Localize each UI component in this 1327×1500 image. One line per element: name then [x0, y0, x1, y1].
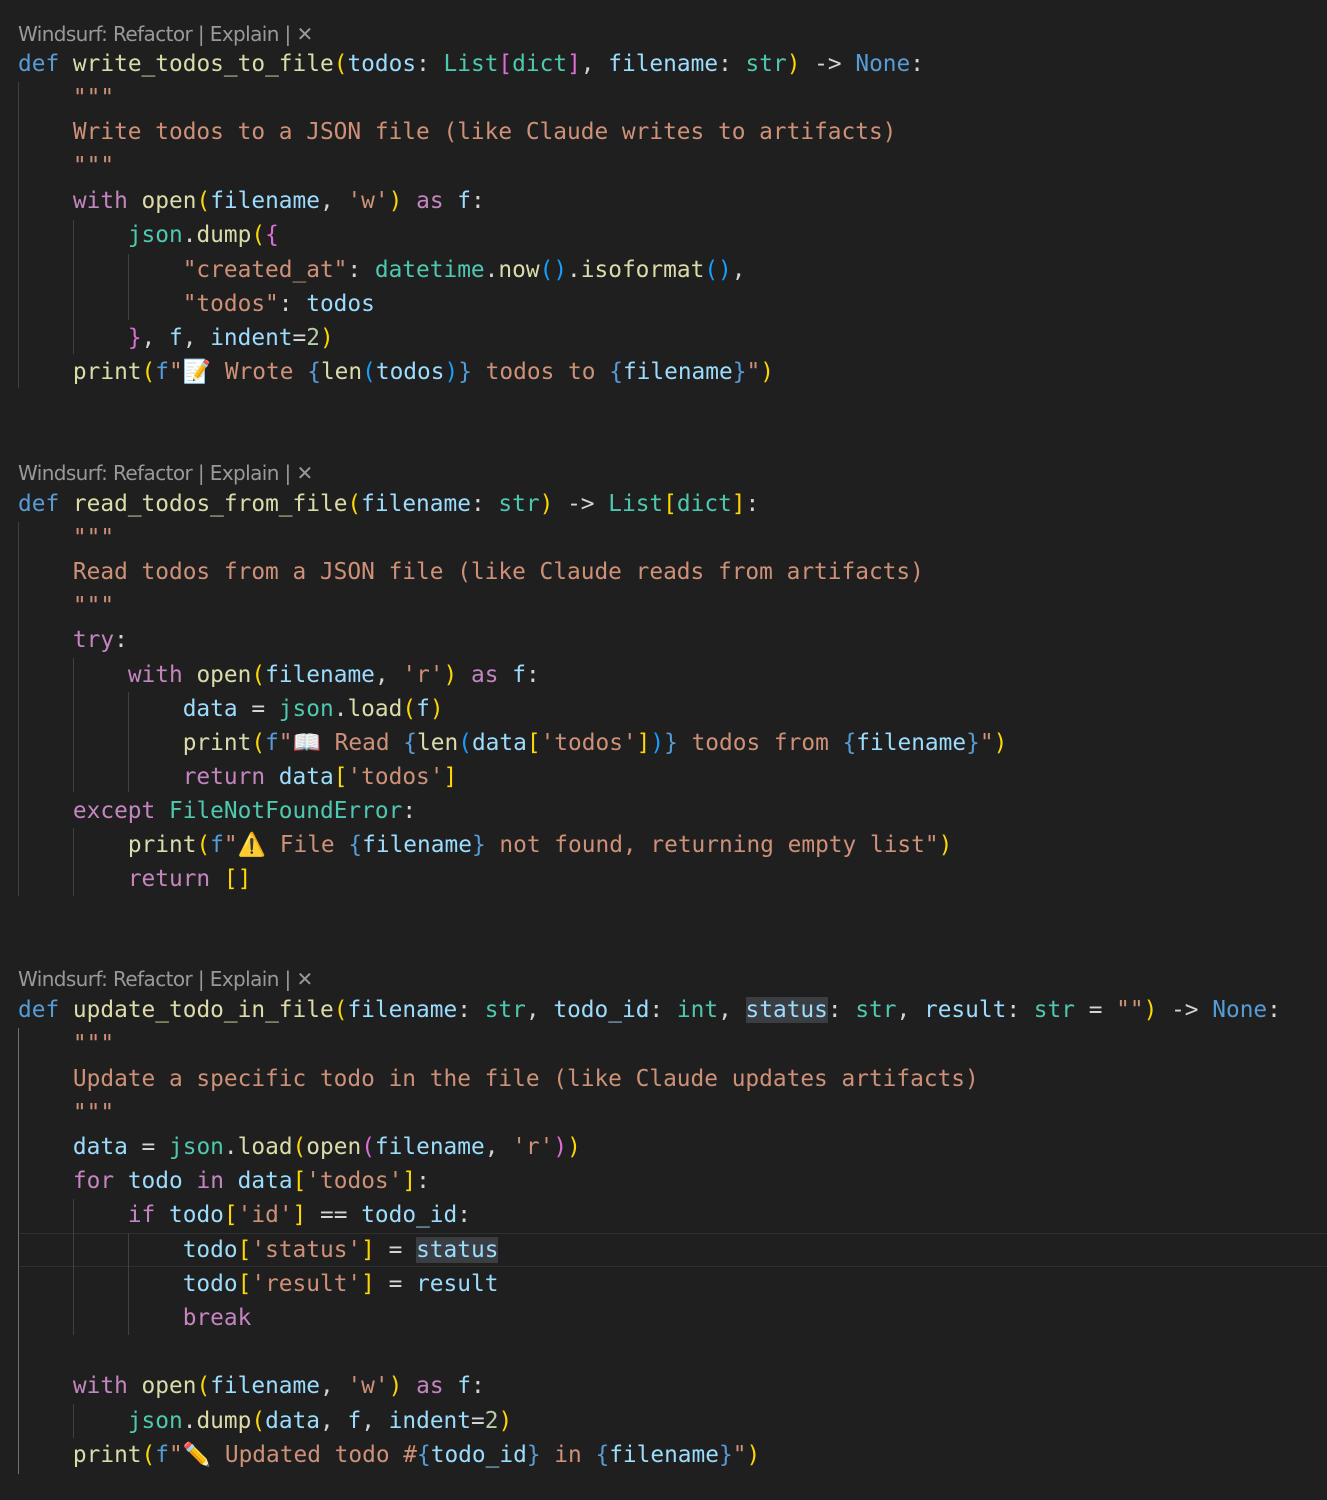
code-line: data = json.load(f)	[182, 696, 444, 722]
code-line: def write_todos_to_file(todos: List[dict…	[18, 51, 924, 77]
code-line: data = json.load(open(filename, 'r'))	[72, 1134, 581, 1160]
codelens-separator: |	[192, 22, 210, 46]
codelens-separator: |	[278, 967, 297, 991]
refactor-link[interactable]: Refactor	[113, 967, 193, 991]
code-line: with open(filename, 'r') as f:	[127, 662, 540, 688]
function-name: update_todo_in_file	[72, 997, 334, 1023]
codelens-prefix: Windsurf:	[18, 967, 114, 991]
codelens-write-todos: Windsurf: Refactor | Explain | ✕	[18, 19, 313, 49]
pencil-icon: ✏️	[182, 1442, 212, 1468]
code-line: """	[72, 1100, 115, 1126]
code-line: """	[72, 153, 115, 179]
code-line: json.dump(data, f, indent=2)	[127, 1408, 513, 1434]
code-line: def read_todos_from_file(filename: str) …	[18, 491, 760, 517]
code-line: with open(filename, 'w') as f:	[72, 188, 485, 214]
docstring-text: Read todos from a JSON file (like Claude…	[72, 559, 924, 585]
codelens-prefix: Windsurf:	[18, 461, 114, 485]
warning-icon: ⚠️	[237, 832, 267, 858]
code-editor[interactable]: Windsurf: Refactor | Explain | ✕ def wri…	[0, 0, 1327, 1500]
code-line: print(f"📝 Wrote {len(todos)} todos to {f…	[72, 359, 774, 385]
code-line: def update_todo_in_file(filename: str, t…	[18, 997, 1281, 1023]
codelens-read-todos: Windsurf: Refactor | Explain | ✕	[18, 458, 313, 488]
close-icon[interactable]: ✕	[296, 461, 313, 485]
code-line: Write todos to a JSON file (like Claude …	[18, 115, 897, 149]
code-line: }, f, indent=2)	[127, 325, 334, 351]
docstring-text: Write todos to a JSON file (like Claude …	[72, 119, 897, 145]
code-line: todo['status'] = status	[182, 1237, 499, 1263]
codelens-separator: |	[192, 967, 210, 991]
function-name: write_todos_to_file	[72, 51, 334, 77]
code-line: """	[72, 1031, 115, 1057]
code-line: "created_at": datetime.now().isoformat()…	[182, 257, 746, 283]
code-line: "todos": todos	[182, 291, 375, 317]
code-line: if todo['id'] == todo_id:	[127, 1202, 471, 1228]
code-line: """	[72, 593, 115, 619]
message-text: Read	[320, 730, 404, 756]
code-line: print(f"📖 Read {len(data['todos'])} todo…	[182, 730, 1008, 756]
code-line: for todo in data['todos']:	[72, 1168, 430, 1194]
explain-link[interactable]: Explain	[210, 967, 280, 991]
explain-link[interactable]: Explain	[210, 461, 280, 485]
code-line: with open(filename, 'w') as f:	[72, 1373, 485, 1399]
code-line: return data['todos']	[182, 764, 458, 790]
code-line: print(f"⚠️ File {filename} not found, re…	[127, 832, 953, 858]
code-line: Read todos from a JSON file (like Claude…	[18, 555, 924, 589]
codelens-prefix: Windsurf:	[18, 22, 114, 46]
refactor-link[interactable]: Refactor	[113, 22, 193, 46]
docstring-text: Update a specific todo in the file (like…	[72, 1066, 979, 1092]
memo-icon: 📝	[182, 359, 212, 385]
close-icon[interactable]: ✕	[296, 22, 313, 46]
message-text: File	[266, 832, 349, 858]
code-line: print(f"✏️ Updated todo #{todo_id} in {f…	[72, 1442, 761, 1468]
code-line: json.dump({	[127, 222, 279, 248]
message-text: Updated todo #	[211, 1442, 417, 1468]
code-line: """	[72, 85, 115, 111]
code-line: """	[72, 525, 115, 551]
codelens-separator: |	[278, 461, 297, 485]
close-icon[interactable]: ✕	[296, 967, 313, 991]
code-line: except FileNotFoundError:	[72, 798, 417, 824]
code-line: return []	[127, 866, 252, 892]
code-line: Update a specific todo in the file (like…	[18, 1062, 979, 1096]
codelens-separator: |	[192, 461, 210, 485]
code-line: todo['result'] = result	[182, 1271, 499, 1297]
book-icon: 📖	[292, 730, 321, 756]
code-line: try:	[72, 627, 128, 653]
codelens-separator: |	[278, 22, 297, 46]
message-text: Wrote	[211, 359, 308, 385]
refactor-link[interactable]: Refactor	[113, 461, 193, 485]
function-name: read_todos_from_file	[72, 491, 348, 517]
codelens-update-todo: Windsurf: Refactor | Explain | ✕	[18, 964, 313, 994]
code-line: break	[182, 1305, 252, 1331]
explain-link[interactable]: Explain	[210, 22, 280, 46]
